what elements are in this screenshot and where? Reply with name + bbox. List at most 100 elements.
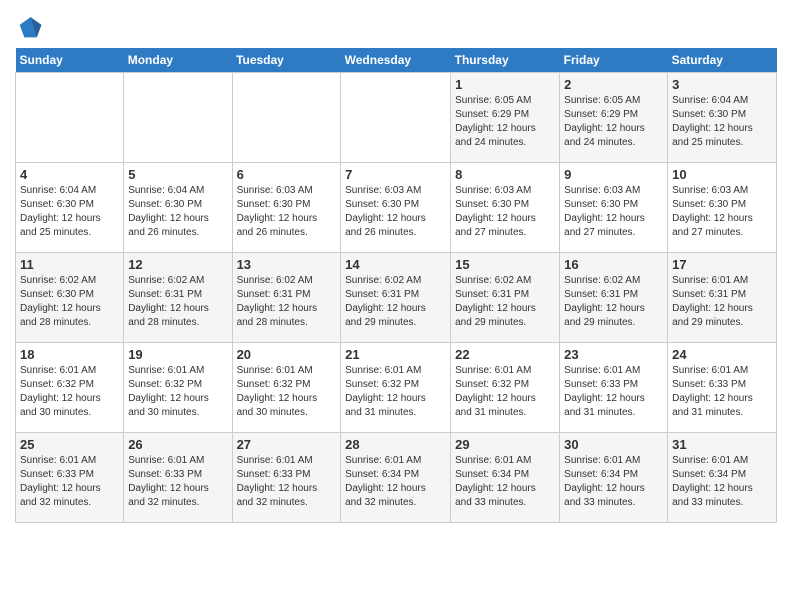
day-number: 25 [20,437,119,452]
calendar-cell: 17Sunrise: 6:01 AM Sunset: 6:31 PM Dayli… [668,253,777,343]
day-number: 16 [564,257,663,272]
logo-icon [15,14,43,42]
calendar-cell: 19Sunrise: 6:01 AM Sunset: 6:32 PM Dayli… [124,343,232,433]
day-info: Sunrise: 6:01 AM Sunset: 6:33 PM Dayligh… [20,454,119,510]
day-number: 23 [564,347,663,362]
col-header-friday: Friday [560,48,668,73]
day-number: 28 [345,437,446,452]
day-info: Sunrise: 6:01 AM Sunset: 6:34 PM Dayligh… [345,454,446,510]
calendar-cell: 21 Sunrise: 6:01 AM Sunset: 6:32 PM Dayli… [341,343,451,433]
day-number: 26 [128,437,227,452]
day-info: Sunrise: 6:03 AM Sunset: 6:30 PM Dayligh… [455,184,555,240]
day-info: Sunrise: 6:01 AM Sunset: 6:31 PM Dayligh… [672,274,772,330]
week-row-2: 4 Sunrise: 6:04 AM Sunset: 6:30 PM Daylig… [16,163,777,253]
calendar-cell: 24Sunrise: 6:01 AM Sunset: 6:33 PM Dayli… [668,343,777,433]
day-number: 4 [20,167,119,182]
calendar-table: SundayMondayTuesdayWednesdayThursdayFrid… [15,48,777,523]
calendar-cell: 8 Sunrise: 6:03 AM Sunset: 6:30 PM Daylig… [451,163,560,253]
calendar-cell: 23 Sunrise: 6:01 AM Sunset: 6:33 PM Dayli… [560,343,668,433]
day-info: Sunrise: 6:03 AM Sunset: 6:30 PM Dayligh… [237,184,337,240]
day-number: 15 [455,257,555,272]
day-info: Sunrise: 6:01 AM Sunset: 6:33 PM Dayligh… [564,364,663,420]
day-info: Sunrise: 6:02 AM Sunset: 6:30 PM Dayligh… [20,274,119,330]
day-number: 2 [564,77,663,92]
calendar-cell: 12Sunrise: 6:02 AM Sunset: 6:31 PM Dayli… [124,253,232,343]
day-info: Sunrise: 6:03 AM Sunset: 6:30 PM Dayligh… [564,184,663,240]
day-info: Sunrise: 6:01 AM Sunset: 6:34 PM Dayligh… [564,454,663,510]
day-info: Sunrise: 6:03 AM Sunset: 6:30 PM Dayligh… [672,184,772,240]
calendar-cell: 2 Sunrise: 6:05 AM Sunset: 6:29 PM Daylig… [560,73,668,163]
day-info: Sunrise: 6:05 AM Sunset: 6:29 PM Dayligh… [455,94,555,150]
week-row-5: 25 Sunrise: 6:01 AM Sunset: 6:33 PM Dayli… [16,433,777,523]
day-number: 6 [237,167,337,182]
day-number: 22 [455,347,555,362]
calendar-cell [124,73,232,163]
calendar-cell: 20 Sunrise: 6:01 AM Sunset: 6:32 PM Dayli… [232,343,341,433]
calendar-cell: 22 Sunrise: 6:01 AM Sunset: 6:32 PM Dayli… [451,343,560,433]
day-info: Sunrise: 6:01 AM Sunset: 6:34 PM Dayligh… [672,454,772,510]
day-number: 8 [455,167,555,182]
week-row-1: 1 Sunrise: 6:05 AM Sunset: 6:29 PM Daylig… [16,73,777,163]
day-number: 3 [672,77,772,92]
calendar-cell: 28 Sunrise: 6:01 AM Sunset: 6:34 PM Dayli… [341,433,451,523]
day-info: Sunrise: 6:02 AM Sunset: 6:31 PM Dayligh… [564,274,663,330]
day-info: Sunrise: 6:04 AM Sunset: 6:30 PM Dayligh… [20,184,119,240]
col-header-sunday: Sunday [16,48,124,73]
day-number: 29 [455,437,555,452]
calendar-cell [341,73,451,163]
day-info: Sunrise: 6:01 AM Sunset: 6:32 PM Dayligh… [20,364,119,420]
day-number: 30 [564,437,663,452]
calendar-cell: 4 Sunrise: 6:04 AM Sunset: 6:30 PM Daylig… [16,163,124,253]
calendar-header-row: SundayMondayTuesdayWednesdayThursdayFrid… [16,48,777,73]
day-number: 12 [128,257,227,272]
day-number: 13 [237,257,337,272]
col-header-monday: Monday [124,48,232,73]
day-number: 21 [345,347,446,362]
day-info: Sunrise: 6:02 AM Sunset: 6:31 PM Dayligh… [237,274,337,330]
calendar-cell: 13 Sunrise: 6:02 AM Sunset: 6:31 PM Dayli… [232,253,341,343]
calendar-cell: 18 Sunrise: 6:01 AM Sunset: 6:32 PM Dayli… [16,343,124,433]
day-number: 14 [345,257,446,272]
calendar-cell: 30 Sunrise: 6:01 AM Sunset: 6:34 PM Dayli… [560,433,668,523]
day-number: 1 [455,77,555,92]
calendar-cell: 31 Sunrise: 6:01 AM Sunset: 6:34 PM Dayli… [668,433,777,523]
day-number: 20 [237,347,337,362]
logo [15,14,45,42]
calendar-cell: 11 Sunrise: 6:02 AM Sunset: 6:30 PM Dayli… [16,253,124,343]
day-number: 9 [564,167,663,182]
col-header-thursday: Thursday [451,48,560,73]
day-info: Sunrise: 6:01 AM Sunset: 6:32 PM Dayligh… [455,364,555,420]
col-header-wednesday: Wednesday [341,48,451,73]
calendar-cell: 25 Sunrise: 6:01 AM Sunset: 6:33 PM Dayli… [16,433,124,523]
day-info: Sunrise: 6:04 AM Sunset: 6:30 PM Dayligh… [128,184,227,240]
day-info: Sunrise: 6:02 AM Sunset: 6:31 PM Dayligh… [455,274,555,330]
calendar-cell: 1 Sunrise: 6:05 AM Sunset: 6:29 PM Daylig… [451,73,560,163]
day-info: Sunrise: 6:01 AM Sunset: 6:32 PM Dayligh… [237,364,337,420]
day-info: Sunrise: 6:01 AM Sunset: 6:33 PM Dayligh… [237,454,337,510]
day-number: 7 [345,167,446,182]
col-header-tuesday: Tuesday [232,48,341,73]
calendar-cell: 26 Sunrise: 6:01 AM Sunset: 6:33 PM Dayli… [124,433,232,523]
calendar-cell: 7Sunrise: 6:03 AM Sunset: 6:30 PM Daylig… [341,163,451,253]
calendar-cell: 6 Sunrise: 6:03 AM Sunset: 6:30 PM Daylig… [232,163,341,253]
day-number: 18 [20,347,119,362]
day-number: 5 [128,167,227,182]
day-info: Sunrise: 6:01 AM Sunset: 6:33 PM Dayligh… [128,454,227,510]
day-info: Sunrise: 6:02 AM Sunset: 6:31 PM Dayligh… [345,274,446,330]
calendar-cell: 16 Sunrise: 6:02 AM Sunset: 6:31 PM Dayli… [560,253,668,343]
day-info: Sunrise: 6:01 AM Sunset: 6:32 PM Dayligh… [345,364,446,420]
calendar-cell [16,73,124,163]
day-info: Sunrise: 6:04 AM Sunset: 6:30 PM Dayligh… [672,94,772,150]
day-info: Sunrise: 6:05 AM Sunset: 6:29 PM Dayligh… [564,94,663,150]
day-number: 11 [20,257,119,272]
calendar-cell: 3 Sunrise: 6:04 AM Sunset: 6:30 PM Daylig… [668,73,777,163]
calendar-cell: 29Sunrise: 6:01 AM Sunset: 6:34 PM Dayli… [451,433,560,523]
calendar-cell: 27 Sunrise: 6:01 AM Sunset: 6:33 PM Dayli… [232,433,341,523]
week-row-4: 18 Sunrise: 6:01 AM Sunset: 6:32 PM Dayli… [16,343,777,433]
day-number: 24 [672,347,772,362]
day-number: 31 [672,437,772,452]
day-number: 27 [237,437,337,452]
calendar-cell: 14 Sunrise: 6:02 AM Sunset: 6:31 PM Dayli… [341,253,451,343]
week-row-3: 11 Sunrise: 6:02 AM Sunset: 6:30 PM Dayli… [16,253,777,343]
calendar-cell [232,73,341,163]
